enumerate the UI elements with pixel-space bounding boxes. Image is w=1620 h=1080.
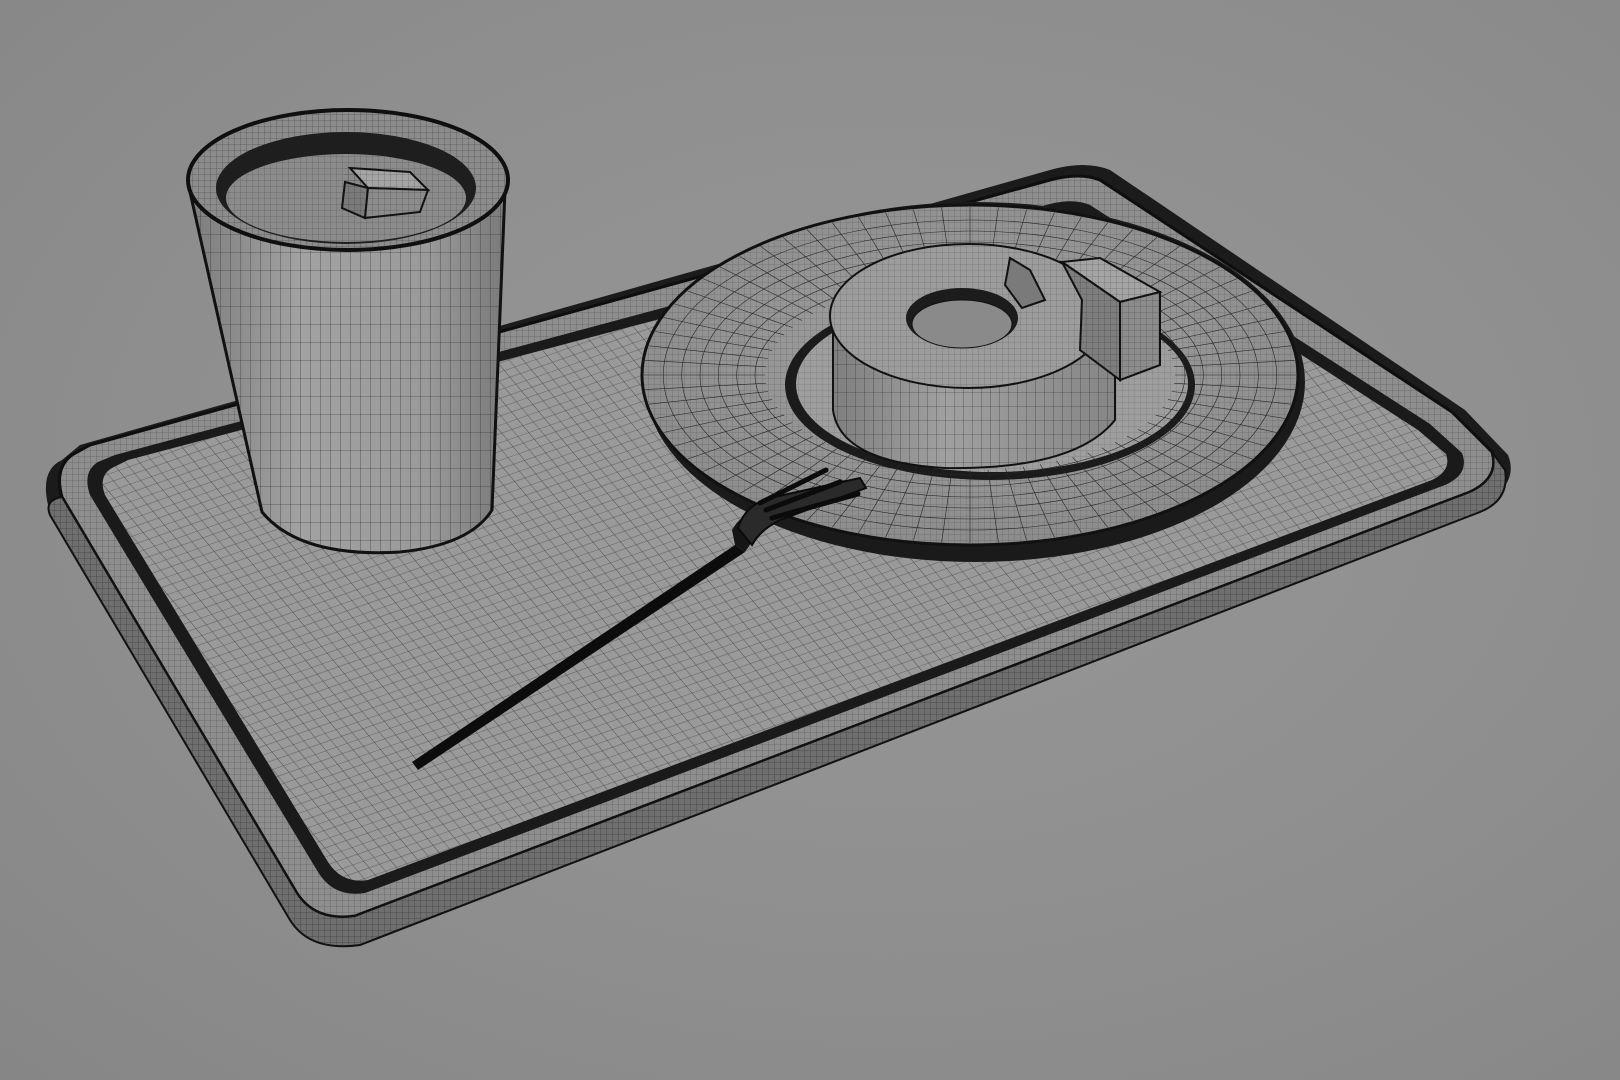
3d-viewport[interactable] xyxy=(0,0,1620,1080)
wireframe-scene xyxy=(45,108,1511,948)
ring-cake-hole-inner xyxy=(911,299,1013,349)
